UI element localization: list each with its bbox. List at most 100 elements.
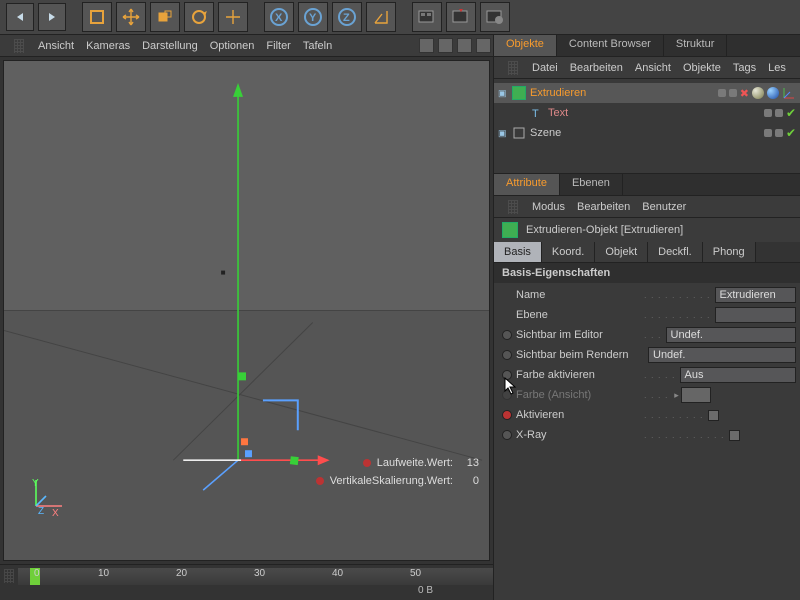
axis-z-button[interactable]: Z [332, 2, 362, 32]
visibility-render-toggle[interactable] [775, 129, 783, 137]
tab-ebenen[interactable]: Ebenen [560, 174, 623, 195]
main-toolbar: X Y Z [0, 0, 800, 35]
visibility-render-toggle[interactable] [729, 89, 737, 97]
attribute-panel-tabs: Attribute Ebenen [494, 174, 800, 196]
render-settings-button[interactable] [480, 2, 510, 32]
menu-datei[interactable]: Datei [532, 62, 558, 74]
menu-tafeln[interactable]: Tafeln [303, 40, 332, 52]
enable-check-icon[interactable]: ✔ [786, 106, 796, 120]
menu-ansicht[interactable]: Ansicht [635, 62, 671, 74]
tag-material-icon[interactable] [767, 87, 779, 99]
tree-row-szene[interactable]: ▣ Szene ✔ [494, 123, 800, 143]
tab-objekte[interactable]: Objekte [494, 35, 557, 56]
menu-tags[interactable]: Tags [733, 62, 756, 74]
menu-benutzer[interactable]: Benutzer [642, 201, 686, 213]
tab-koord[interactable]: Koord. [542, 242, 595, 262]
menu-optionen[interactable]: Optionen [210, 40, 255, 52]
anim-dot[interactable] [502, 330, 512, 340]
tree-item-label[interactable]: Text [548, 107, 568, 119]
tag-axis-icon[interactable] [782, 86, 796, 100]
tab-basis[interactable]: Basis [494, 242, 542, 262]
recent-tool[interactable] [218, 2, 248, 32]
tab-content-browser[interactable]: Content Browser [557, 35, 664, 56]
tree-item-label[interactable]: Extrudieren [530, 87, 586, 99]
svg-text:Y: Y [309, 12, 317, 24]
visibility-editor-toggle[interactable] [764, 129, 772, 137]
visibility-editor-toggle[interactable] [764, 109, 772, 117]
scale-tool[interactable] [150, 2, 180, 32]
viewport-hud: Laufweite.Wert:13 VertikaleSkalierung.We… [316, 454, 479, 490]
disable-icon[interactable]: ✖ [740, 87, 749, 100]
aktivieren-checkbox[interactable] [708, 410, 719, 421]
svg-text:X: X [275, 12, 283, 24]
menu-modus[interactable]: Modus [532, 201, 565, 213]
tree-item-label[interactable]: Szene [530, 127, 561, 139]
menu-objekte[interactable]: Objekte [683, 62, 721, 74]
enable-check-icon[interactable]: ✔ [786, 126, 796, 140]
attribute-prop-tabs: Basis Koord. Objekt Deckfl. Phong [494, 242, 800, 263]
menu-bearbeiten[interactable]: Bearbeiten [570, 62, 623, 74]
extrude-icon [512, 86, 526, 100]
axis-y-button[interactable]: Y [298, 2, 328, 32]
rotate-tool[interactable] [184, 2, 214, 32]
menu-les[interactable]: Les [768, 62, 786, 74]
prop-farbe-ansicht: Farbe (Ansicht). . . . ▸ [498, 385, 796, 405]
prop-name: Name. . . . . . . . . . Extrudieren [498, 285, 796, 305]
select-tool[interactable] [82, 2, 112, 32]
axis-x-button[interactable]: X [264, 2, 294, 32]
farbe-aktivieren-select[interactable]: Aus [680, 367, 796, 383]
grip-icon [508, 61, 518, 75]
collapse-icon[interactable]: ▣ [498, 88, 508, 99]
menu-ansicht[interactable]: Ansicht [38, 40, 74, 52]
tag-phong-icon[interactable] [752, 87, 764, 99]
object-manager-menubar: Datei Bearbeiten Ansicht Objekte Tags Le… [494, 57, 800, 79]
chevron-right-icon: ▸ [673, 390, 681, 401]
visible-editor-select[interactable]: Undef. [666, 327, 796, 343]
xray-checkbox[interactable] [729, 430, 740, 441]
farbe-swatch [681, 387, 711, 403]
tab-deckfl[interactable]: Deckfl. [648, 242, 703, 262]
tree-row-extrudieren[interactable]: ▣ Extrudieren ✖ [494, 83, 800, 103]
visibility-editor-toggle[interactable] [718, 89, 726, 97]
render-view-button[interactable] [412, 2, 442, 32]
visibility-render-toggle[interactable] [775, 109, 783, 117]
properties-list: Name. . . . . . . . . . Extrudieren Eben… [494, 283, 800, 447]
text-spline-icon: T [530, 106, 544, 120]
timeline[interactable]: 0 10 20 30 40 50 0 B [0, 564, 493, 600]
grip-icon [4, 569, 14, 583]
name-field[interactable]: Extrudieren [715, 287, 796, 303]
ebene-field[interactable] [715, 307, 796, 323]
menu-filter[interactable]: Filter [266, 40, 290, 52]
anim-dot-active[interactable] [502, 410, 512, 420]
expand-icon[interactable]: ▣ [498, 128, 508, 139]
undo-button[interactable] [6, 3, 34, 31]
tab-objekt[interactable]: Objekt [595, 242, 648, 262]
nav-orbit-icon[interactable] [457, 38, 472, 53]
move-tool[interactable] [116, 2, 146, 32]
nav-zoom-icon[interactable] [438, 38, 453, 53]
visible-render-select[interactable]: Undef. [648, 347, 796, 363]
anim-dot[interactable] [502, 430, 512, 440]
prop-visible-editor: Sichtbar im Editor. . . Undef. [498, 325, 796, 345]
timeline-info: 0 B [0, 585, 493, 599]
tree-row-text[interactable]: T Text ✔ [494, 103, 800, 123]
menu-darstellung[interactable]: Darstellung [142, 40, 198, 52]
anim-dot[interactable] [502, 370, 512, 380]
prop-farbe-aktivieren: Farbe aktivieren. . . . . Aus [498, 365, 796, 385]
tab-struktur[interactable]: Struktur [664, 35, 728, 56]
render-picture-button[interactable] [446, 2, 476, 32]
nav-pan-icon[interactable] [419, 38, 434, 53]
coord-system-button[interactable] [366, 2, 396, 32]
tab-attribute[interactable]: Attribute [494, 174, 560, 195]
viewport-3d[interactable]: Zentralperspektive [3, 60, 490, 561]
redo-button[interactable] [38, 3, 66, 31]
timeline-ruler[interactable]: 0 10 20 30 40 50 [18, 568, 493, 585]
nav-layout-icon[interactable] [476, 38, 491, 53]
prop-visible-render: Sichtbar beim Rendern Undef. [498, 345, 796, 365]
menu-kameras[interactable]: Kameras [86, 40, 130, 52]
anim-dot[interactable] [502, 350, 512, 360]
right-panel-tabs: Objekte Content Browser Struktur [494, 35, 800, 57]
menu-bearbeiten[interactable]: Bearbeiten [577, 201, 630, 213]
extrude-icon [502, 222, 518, 238]
tab-phong[interactable]: Phong [703, 242, 756, 262]
